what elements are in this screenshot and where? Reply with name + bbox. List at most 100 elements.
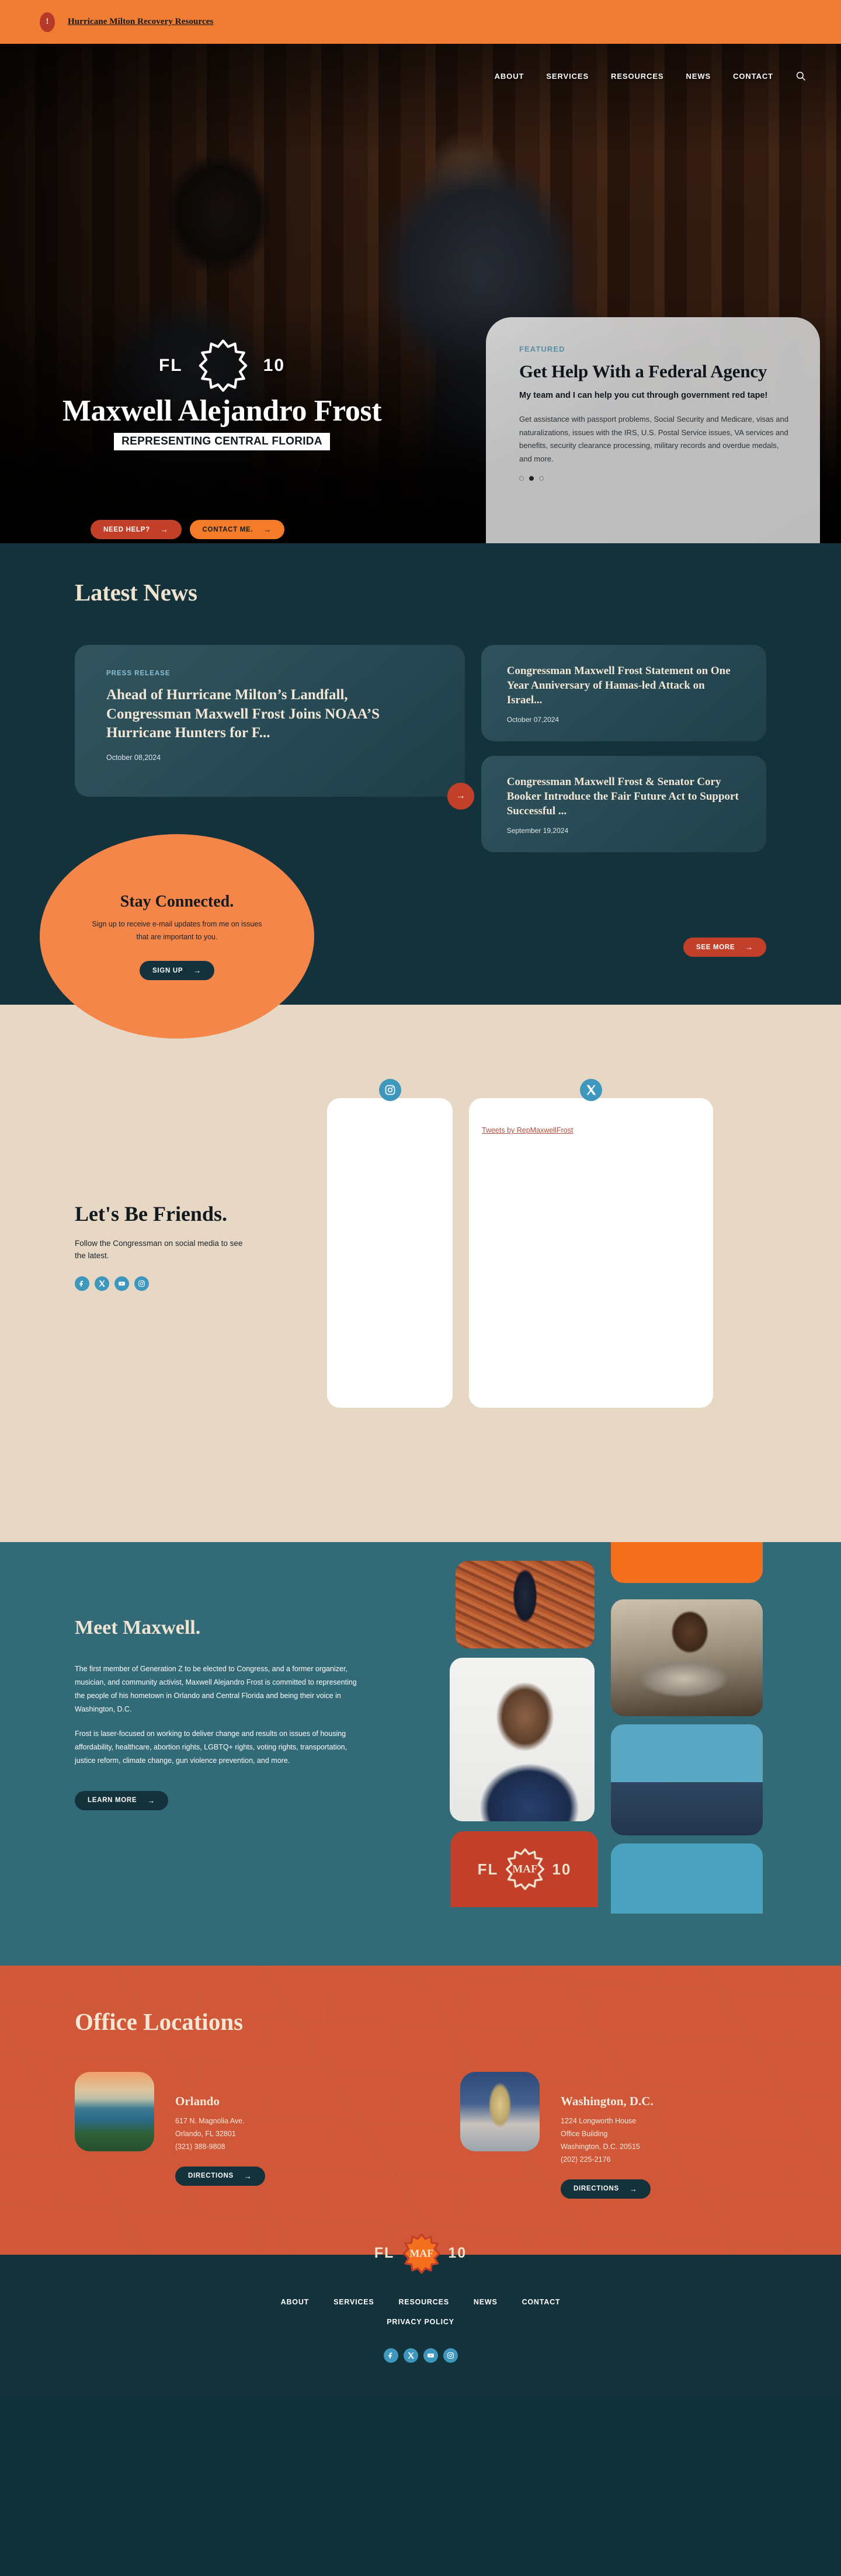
news-card-date: October 08,2024 [106,753,161,762]
news-card[interactable]: Congressman Maxwell Frost & Senator Cory… [481,756,766,853]
hero-button-group: NEED HELP? → CONTACT ME. → [91,520,284,539]
directions-label: DIRECTIONS [188,2172,234,2180]
youtube-icon[interactable] [114,1276,129,1291]
logo-district-label: 10 [552,1860,572,1878]
news-grid: PRESS RELEASE Ahead of Hurricane Milton’… [35,645,806,853]
nav-item-contact[interactable]: CONTACT [733,72,773,81]
social-intro: Let's Be Friends. Follow the Congressman… [75,1098,314,1408]
carousel-dot-3[interactable] [539,475,544,481]
arrow-right-icon: → [263,525,272,534]
page-title: Maxwell Alejandro Frost [62,394,382,428]
news-card-kicker: PRESS RELEASE [106,670,171,677]
footer-nav-contact[interactable]: CONTACT [522,2298,561,2306]
contact-me-button[interactable]: CONTACT ME. → [189,520,284,539]
footer-logo[interactable]: FL MAF 10 [374,2233,467,2275]
carousel-dots [519,475,791,481]
meet-maxwell-heading: Meet Maxwell. [75,1617,201,1638]
youtube-icon[interactable] [423,2348,438,2363]
tweets-by-link[interactable]: Tweets by RepMaxwellFrost [482,1126,573,1134]
orlando-skyline-photo [75,2072,154,2151]
carousel-dot-1[interactable] [519,475,524,481]
logo-state-label: FL [374,2245,395,2261]
featured-lead: My team and I can help you cut through g… [519,391,768,401]
office-address-line-2: Orlando, FL 32801 [175,2129,236,2138]
learn-more-button[interactable]: LEARN MORE → [75,1790,169,1810]
arrow-right-icon: → [244,2171,252,2181]
social-section: Let's Be Friends. Follow the Congressman… [0,1005,841,1542]
office-locations-section: Office Locations Orlando 617 N. Magnolia… [0,1966,841,2255]
alert-banner: ! Hurricane Milton Recovery Resources [0,0,841,44]
privacy-policy-link[interactable]: PRIVACY POLICY [387,2318,454,2326]
need-help-button[interactable]: NEED HELP? → [91,520,182,539]
news-card-date: September 19,2024 [506,827,569,835]
stay-connected-cta: Stay Connected. Sign up to receive e-mai… [40,834,314,1039]
instagram-icon[interactable] [134,1276,149,1291]
news-card-arrow-button[interactable]: → [447,783,474,810]
sign-up-label: SIGN UP [152,967,183,974]
news-card-headline: Ahead of Hurricane Milton’s Landfall, Co… [106,687,380,741]
see-more-button[interactable]: SEE MORE → [683,938,766,957]
featured-body: Get assistance with passport problems, S… [519,414,788,464]
office-info: Orlando 617 N. Magnolia Ave. Orlando, FL… [175,2072,265,2199]
footer-nav-services[interactable]: SERVICES [333,2298,374,2306]
logo-initials: MAF [409,2247,433,2259]
nav-item-services[interactable]: SERVICES [546,72,589,81]
nav-item-resources[interactable]: RESOURCES [611,72,663,81]
facebook-icon[interactable] [383,2348,398,2363]
office-card-washington: Washington, D.C. 1224 Longworth House Of… [460,2072,787,2199]
instagram-icon[interactable] [443,2348,458,2363]
latest-news-section: Latest News PRESS RELEASE Ahead of Hurri… [0,543,841,1039]
directions-button-washington[interactable]: DIRECTIONS → [561,2179,651,2199]
nav-item-news[interactable]: NEWS [686,72,711,81]
carousel-dot-2[interactable] [529,475,534,481]
nav-item-about[interactable]: ABOUT [495,72,524,81]
social-heading: Let's Be Friends. [75,1202,227,1225]
office-address-line-3: Washington, D.C. 20515 [561,2142,640,2151]
directions-label: DIRECTIONS [574,2185,619,2192]
facebook-icon[interactable] [75,1276,89,1291]
instagram-icon [378,1079,401,1101]
logo-district-label: 10 [448,2245,467,2261]
meet-maxwell-paragraph-1: The first member of Generation Z to be e… [75,1665,357,1714]
twitter-feed-wrapper: Tweets by RepMaxwellFrost [469,1079,713,1408]
news-card-column: Congressman Maxwell Frost Statement on O… [481,645,766,853]
arrow-right-icon: → [745,943,753,952]
featured-card[interactable]: FEATURED Get Help With a Federal Agency … [486,317,820,543]
instagram-feed-embed[interactable] [327,1098,453,1408]
latest-news-heading: Latest News [75,579,197,606]
news-featured-card[interactable]: PRESS RELEASE Ahead of Hurricane Milton’… [75,645,474,810]
starburst-icon: MAF [402,2233,440,2274]
footer-nav-resources[interactable]: RESOURCES [398,2298,449,2306]
contact-me-label: CONTACT ME. [202,526,253,533]
sign-up-button[interactable]: SIGN UP → [140,961,214,981]
footer-nav-about[interactable]: ABOUT [281,2298,309,2306]
alert-banner-link[interactable]: Hurricane Milton Recovery Resources [68,17,213,27]
office-address-line-2: Office Building [561,2129,608,2138]
meet-maxwell-paragraph-2: Frost is laser-focused on working to del… [75,1729,347,1765]
arrow-right-icon: → [193,966,201,975]
learn-more-label: LEARN MORE [88,1797,137,1804]
news-card[interactable]: Congressman Maxwell Frost Statement on O… [481,645,766,742]
directions-button-orlando[interactable]: DIRECTIONS → [175,2166,265,2186]
logo-state-label: FL [477,1860,499,1878]
x-twitter-icon[interactable] [95,1276,109,1291]
stay-connected-body: Sign up to receive e-mail updates from m… [92,919,262,941]
twitter-feed-embed[interactable]: Tweets by RepMaxwellFrost [469,1098,713,1408]
footer-nav-news[interactable]: NEWS [474,2298,498,2306]
maf-logo: FL MAF 10 [478,1848,572,1891]
photo-frost-with-community [611,1724,763,1835]
meet-maxwell-text: Meet Maxwell. The first member of Genera… [75,1617,402,1810]
office-address-line-1: 617 N. Magnolia Ave. [175,2117,245,2125]
photo-young-frost-drums [611,1599,763,1716]
photo-tile-orange [611,1542,763,1583]
office-phone: (321) 388-9808 [175,2142,225,2151]
office-locations-heading: Office Locations [75,2008,244,2035]
x-twitter-icon[interactable] [403,2348,418,2363]
search-icon[interactable] [795,71,806,81]
office-info: Washington, D.C. 1224 Longworth House Of… [561,2072,654,2199]
x-twitter-icon [580,1079,602,1101]
arrow-right-icon: → [629,2184,638,2193]
see-more-wrapper: SEE MORE → [683,938,766,957]
office-name: Orlando [175,2094,220,2108]
news-card-date: October 07,2024 [506,716,559,724]
